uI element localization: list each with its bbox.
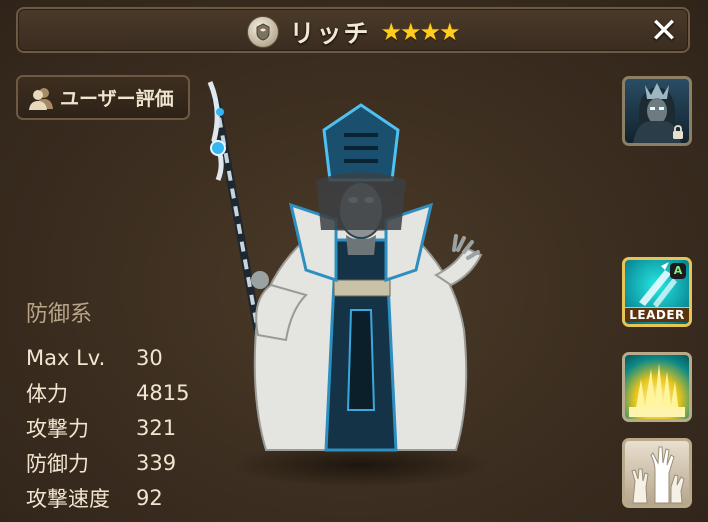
stat-row-hp: 体力 4815: [26, 375, 266, 410]
stat-value: 92: [136, 485, 163, 510]
stat-value: 30: [136, 345, 163, 370]
leader-skill-button[interactable]: A LEADER: [622, 257, 692, 327]
stat-value: 339: [136, 450, 177, 475]
leader-label: LEADER: [625, 307, 689, 322]
close-button[interactable]: ✕: [646, 13, 682, 49]
monster-category: 防御系: [26, 302, 93, 327]
user-review-label: ユーザー評価: [60, 88, 174, 110]
skill-button-3[interactable]: [622, 438, 692, 508]
element-badge-icon: [247, 16, 280, 48]
stats-panel: 防御系 Max Lv. 30 体力 4815 攻撃力 321 防御力 339 攻…: [26, 296, 266, 515]
leader-badge: A: [670, 263, 686, 279]
stat-row-max-level: Max Lv. 30: [26, 340, 266, 375]
stat-label: 攻撃速度: [26, 486, 110, 511]
user-review-button[interactable]: ユーザー評価: [16, 75, 190, 120]
light-burst-skill-icon: [629, 363, 685, 417]
stat-row-speed: 攻撃速度 92: [26, 480, 266, 515]
stat-label: 攻撃力: [26, 416, 89, 441]
stat-label: 体力: [26, 381, 68, 406]
stat-value: 4815: [136, 380, 190, 405]
stat-label: 防御力: [26, 451, 89, 476]
skill-button-2[interactable]: [622, 352, 692, 422]
users-icon: [28, 86, 54, 110]
stat-label: Max Lv.: [26, 345, 106, 370]
title-bar: リッチ ★★★★ ✕: [16, 7, 690, 53]
monster-name: リッチ: [289, 19, 371, 48]
stat-value: 321: [136, 415, 177, 440]
stat-row-attack: 攻撃力 321: [26, 410, 266, 445]
stat-row-defense: 防御力 339: [26, 445, 266, 480]
awakened-portrait-button[interactable]: [622, 76, 692, 146]
star-rating: ★★★★: [380, 18, 460, 46]
lock-icon: [673, 125, 683, 139]
title-group: リッチ ★★★★: [18, 9, 688, 55]
hands-skill-icon: [631, 446, 685, 504]
